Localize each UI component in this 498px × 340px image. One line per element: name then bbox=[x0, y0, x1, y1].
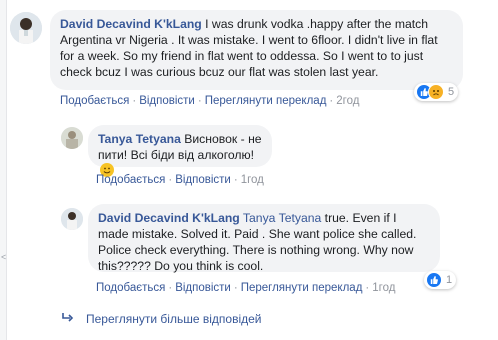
more-replies-link[interactable]: Переглянути більше відповідей bbox=[62, 312, 261, 326]
reaction-count: 5 bbox=[448, 86, 455, 98]
mention-tag[interactable]: Tanya Tetyana bbox=[243, 211, 321, 225]
sad-reaction-icon bbox=[428, 84, 444, 100]
comment-actions: Подобається · Відповісти · 1год bbox=[96, 174, 264, 186]
comment-actions: Подобається · Відповісти · Переглянути перек… bbox=[60, 95, 360, 107]
translate-link[interactable]: Переглянути переклад bbox=[205, 95, 327, 107]
like-link[interactable]: Подобається bbox=[96, 282, 165, 294]
translate-link[interactable]: Переглянути переклад bbox=[241, 282, 363, 294]
reaction-count: 1 bbox=[446, 274, 453, 286]
comment-bubble: David Decavind K'kLang Tanya Tetyana tru… bbox=[88, 204, 440, 273]
comment-author[interactable]: David Decavind K'kLang bbox=[60, 17, 202, 31]
comment-bubble: David Decavind K'kLang I was drunk vodka… bbox=[50, 10, 463, 90]
reply-link[interactable]: Відповісти bbox=[175, 174, 231, 186]
comment-author[interactable]: Tanya Tetyana bbox=[98, 132, 181, 146]
reply-link[interactable]: Відповісти bbox=[139, 95, 195, 107]
timestamp[interactable]: 2год bbox=[336, 95, 359, 107]
comment-actions: Подобається · Відповісти · Переглянути перек… bbox=[96, 282, 396, 294]
more-replies-label: Переглянути більше відповідей bbox=[86, 312, 262, 326]
like-link[interactable]: Подобається bbox=[96, 174, 165, 186]
like-reaction-icon bbox=[426, 272, 442, 288]
reply-link[interactable]: Відповісти bbox=[175, 282, 231, 294]
left-scroll-strip bbox=[0, 0, 7, 340]
reaction-summary[interactable]: 1 bbox=[424, 271, 457, 289]
avatar[interactable] bbox=[61, 127, 83, 149]
scroll-left-icon[interactable]: < bbox=[1, 252, 6, 262]
comment-author[interactable]: David Decavind K'kLang bbox=[98, 211, 240, 225]
avatar[interactable] bbox=[10, 12, 42, 44]
reply-arrow-icon bbox=[62, 312, 74, 326]
avatar[interactable] bbox=[61, 208, 83, 230]
timestamp[interactable]: 1год bbox=[372, 282, 395, 294]
reaction-summary[interactable]: 5 bbox=[414, 83, 459, 101]
timestamp[interactable]: 1год bbox=[241, 174, 264, 186]
comment-bubble: Tanya Tetyana Висновок - не пити! Всі бі… bbox=[88, 125, 272, 177]
like-link[interactable]: Подобається bbox=[60, 95, 129, 107]
